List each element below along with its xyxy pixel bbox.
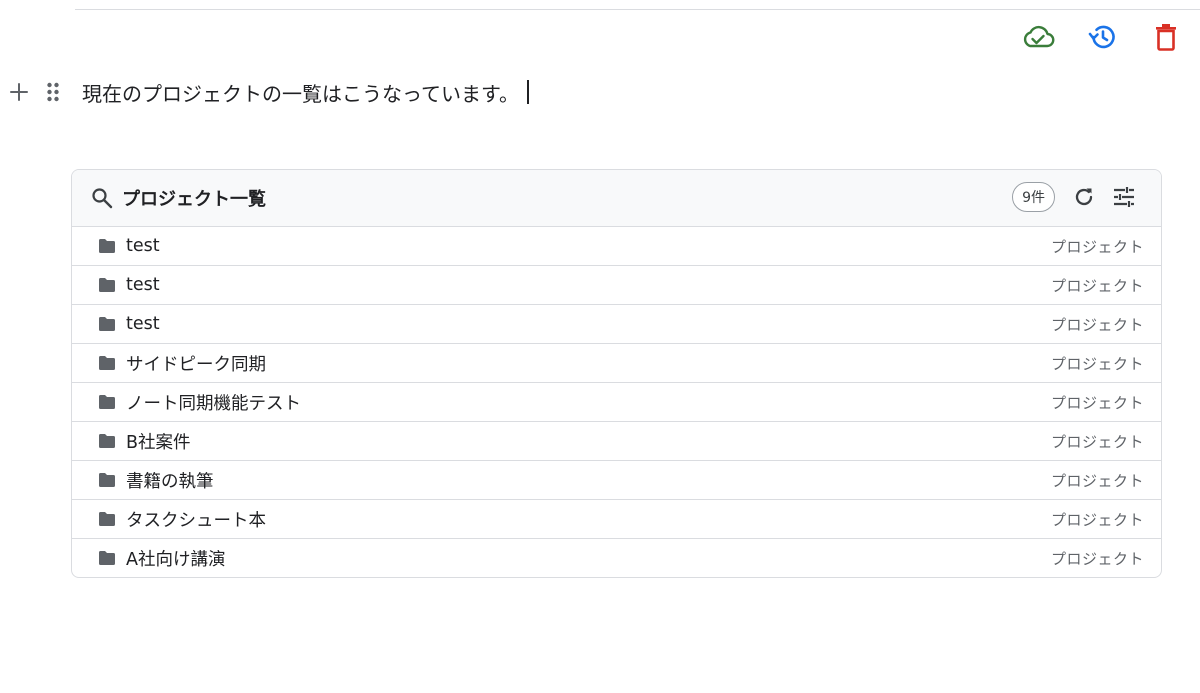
project-name: A社向け講演 bbox=[126, 549, 226, 570]
folder-icon bbox=[98, 237, 116, 255]
plus-icon bbox=[10, 83, 28, 101]
project-type-label: プロジェクト bbox=[1050, 471, 1144, 490]
text-caret bbox=[527, 80, 529, 104]
project-row[interactable]: 書籍の執筆 プロジェクト bbox=[72, 461, 1161, 500]
project-row[interactable]: test プロジェクト bbox=[72, 227, 1161, 266]
cloud-sync-button[interactable] bbox=[1021, 20, 1055, 54]
project-row[interactable]: サイドピーク同期 プロジェクト bbox=[72, 344, 1161, 383]
drag-handle[interactable] bbox=[44, 81, 62, 103]
project-name: B社案件 bbox=[126, 432, 191, 453]
drag-dots-icon bbox=[47, 82, 59, 102]
project-type-label: プロジェクト bbox=[1050, 315, 1144, 334]
project-row[interactable]: B社案件 プロジェクト bbox=[72, 422, 1161, 461]
folder-icon bbox=[98, 432, 116, 450]
folder-icon bbox=[98, 276, 116, 294]
project-name: test bbox=[126, 275, 160, 295]
project-name: ノート同期機能テスト bbox=[126, 393, 301, 414]
project-name: test bbox=[126, 314, 160, 334]
project-type-label: プロジェクト bbox=[1050, 510, 1144, 529]
project-type-label: プロジェクト bbox=[1050, 276, 1144, 295]
project-row[interactable]: test プロジェクト bbox=[72, 266, 1161, 305]
project-type-label: プロジェクト bbox=[1050, 432, 1144, 451]
project-row[interactable]: test プロジェクト bbox=[72, 305, 1161, 344]
history-icon bbox=[1088, 25, 1115, 49]
panel-title: プロジェクト一覧 bbox=[122, 189, 266, 210]
project-row[interactable]: タスクシュート本 プロジェクト bbox=[72, 500, 1161, 539]
add-block-button[interactable] bbox=[8, 81, 30, 103]
delete-button[interactable] bbox=[1149, 20, 1183, 54]
tune-icon bbox=[1114, 187, 1134, 207]
project-type-label: プロジェクト bbox=[1050, 237, 1144, 256]
project-type-label: プロジェクト bbox=[1050, 354, 1144, 373]
editor-text-block[interactable]: 現在のプロジェクトの一覧はこうなっています。 bbox=[82, 78, 529, 107]
folder-icon bbox=[98, 471, 116, 489]
editor-text: 現在のプロジェクトの一覧はこうなっています。 bbox=[82, 81, 519, 106]
refresh-icon bbox=[1075, 188, 1093, 206]
project-type-label: プロジェクト bbox=[1050, 393, 1144, 412]
trash-icon bbox=[1156, 24, 1176, 51]
project-list-panel: プロジェクト一覧 9件 test プロジェクト test プロジェクト test プ bbox=[71, 169, 1162, 578]
project-name: 書籍の執筆 bbox=[126, 471, 214, 492]
history-button[interactable] bbox=[1085, 20, 1119, 54]
search-icon bbox=[90, 186, 114, 210]
cloud-done-icon bbox=[1023, 25, 1055, 48]
filter-settings-button[interactable] bbox=[1109, 182, 1139, 212]
top-actions bbox=[1021, 20, 1183, 54]
folder-icon bbox=[98, 510, 116, 528]
page: 現在のプロジェクトの一覧はこうなっています。 プロジェクト一覧 9件 test … bbox=[0, 0, 1200, 693]
project-list-header: プロジェクト一覧 9件 bbox=[72, 170, 1161, 227]
project-name: test bbox=[126, 236, 160, 256]
project-name: タスクシュート本 bbox=[126, 510, 266, 531]
project-row[interactable]: A社向け講演 プロジェクト bbox=[72, 539, 1161, 577]
project-name: サイドピーク同期 bbox=[126, 354, 266, 375]
project-row[interactable]: ノート同期機能テスト プロジェクト bbox=[72, 383, 1161, 422]
folder-icon bbox=[98, 549, 116, 567]
top-divider bbox=[75, 9, 1200, 10]
panel-tools: 9件 bbox=[1012, 182, 1139, 212]
editor-block: 現在のプロジェクトの一覧はこうなっています。 bbox=[0, 72, 1200, 112]
project-type-label: プロジェクト bbox=[1050, 549, 1144, 568]
folder-icon bbox=[98, 315, 116, 333]
project-rows: test プロジェクト test プロジェクト test プロジェクト サイドピーク同期 プロ… bbox=[72, 227, 1161, 577]
count-badge: 9件 bbox=[1012, 182, 1055, 212]
refresh-button[interactable] bbox=[1069, 182, 1099, 212]
folder-icon bbox=[98, 393, 116, 411]
folder-icon bbox=[98, 354, 116, 372]
